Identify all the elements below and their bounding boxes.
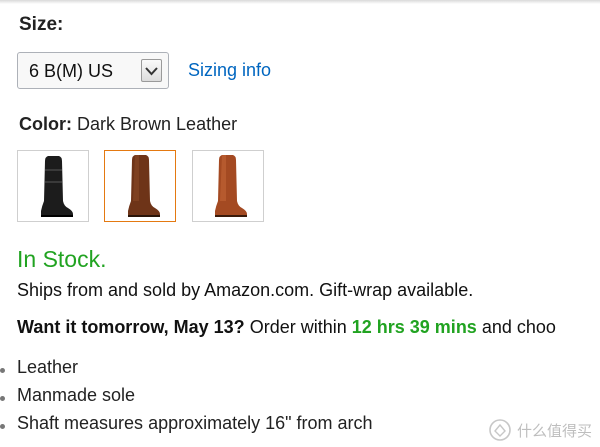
color-row: Color: Dark Brown Leather: [19, 114, 237, 135]
watermark: 什么值得买: [489, 419, 592, 441]
watermark-logo-icon: [489, 419, 511, 441]
size-label: Size:: [19, 14, 64, 35]
list-item: Leather: [0, 357, 373, 385]
delivery-promo: Want it tomorrow, May 13? Order within 1…: [17, 317, 556, 338]
swatch-black-boot[interactable]: [17, 150, 89, 222]
color-value: Dark Brown Leather: [77, 114, 238, 134]
shipping-info: Ships from and sold by Amazon.com. Gift-…: [17, 280, 474, 300]
chevron-down-icon[interactable]: [141, 59, 162, 82]
stock-status: In Stock.: [17, 246, 107, 272]
black-boot-icon: [41, 156, 73, 217]
order-within-text: Order within: [249, 317, 347, 337]
sizing-info-link[interactable]: Sizing info: [188, 60, 271, 81]
dark-brown-boot-icon: [128, 155, 160, 217]
top-divider: [0, 0, 600, 4]
delivery-countdown: 12 hrs 39 mins: [351, 317, 477, 337]
list-item: Manmade sole: [0, 385, 373, 413]
watermark-text: 什么值得买: [516, 422, 592, 440]
size-selected-value: 6 B(M) US: [29, 61, 114, 81]
swatch-dark-brown-boot[interactable]: [104, 150, 176, 222]
light-brown-boot-icon: [215, 155, 247, 217]
delivery-tail-text: and choo: [481, 317, 556, 337]
size-dropdown[interactable]: 6 B(M) US: [17, 52, 169, 89]
color-label: Color:: [19, 114, 72, 134]
list-item: Shaft measures approximately 16" from ar…: [0, 413, 373, 441]
swatch-light-brown-boot[interactable]: [192, 150, 264, 222]
feature-list: Leather Manmade sole Shaft measures appr…: [0, 357, 373, 441]
delivery-title: Want it tomorrow, May 13?: [17, 317, 245, 337]
